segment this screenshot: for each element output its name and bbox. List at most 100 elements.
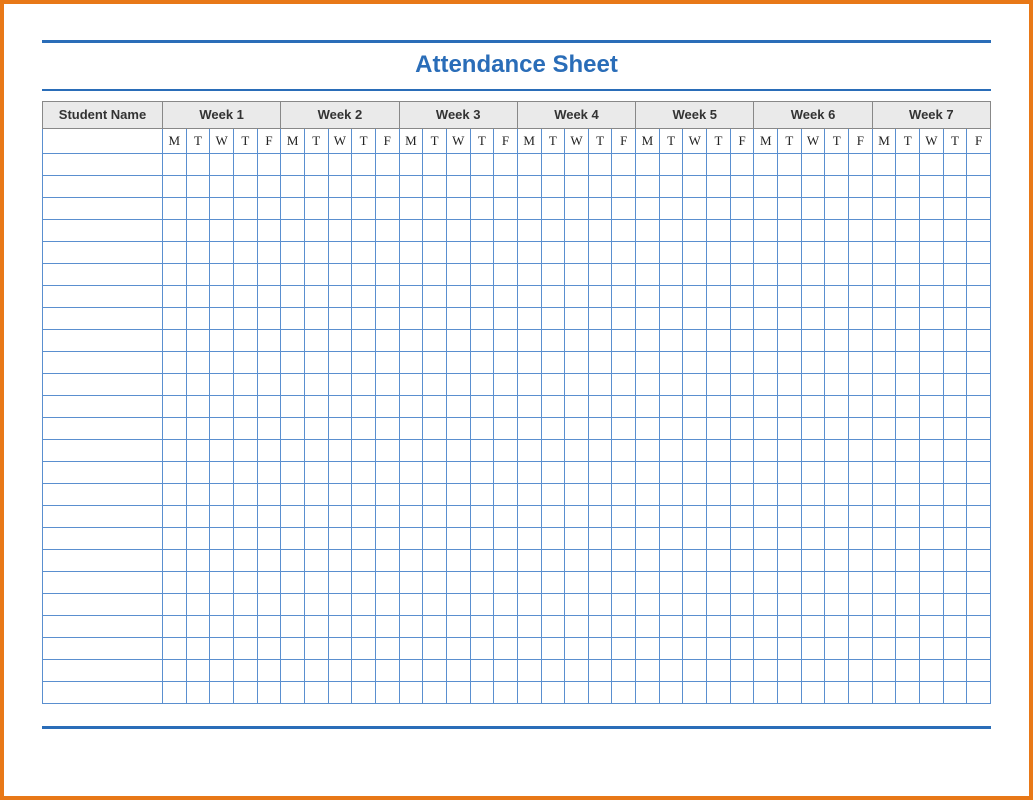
attendance-cell[interactable] — [470, 462, 494, 484]
attendance-cell[interactable] — [517, 550, 541, 572]
attendance-cell[interactable] — [423, 528, 447, 550]
attendance-cell[interactable] — [896, 418, 920, 440]
attendance-cell[interactable] — [163, 396, 187, 418]
attendance-cell[interactable] — [754, 396, 778, 418]
attendance-cell[interactable] — [659, 352, 683, 374]
attendance-cell[interactable] — [423, 462, 447, 484]
attendance-cell[interactable] — [801, 198, 825, 220]
attendance-cell[interactable] — [494, 418, 518, 440]
attendance-cell[interactable] — [872, 176, 896, 198]
attendance-cell[interactable] — [707, 286, 731, 308]
attendance-cell[interactable] — [352, 374, 376, 396]
attendance-cell[interactable] — [588, 418, 612, 440]
attendance-cell[interactable] — [754, 330, 778, 352]
attendance-cell[interactable] — [825, 528, 849, 550]
attendance-cell[interactable] — [399, 572, 423, 594]
attendance-cell[interactable] — [588, 154, 612, 176]
attendance-cell[interactable] — [967, 176, 991, 198]
attendance-cell[interactable] — [257, 176, 281, 198]
attendance-cell[interactable] — [612, 528, 636, 550]
attendance-cell[interactable] — [375, 484, 399, 506]
attendance-cell[interactable] — [328, 396, 352, 418]
attendance-cell[interactable] — [754, 528, 778, 550]
attendance-cell[interactable] — [588, 550, 612, 572]
attendance-cell[interactable] — [896, 484, 920, 506]
attendance-cell[interactable] — [375, 616, 399, 638]
attendance-cell[interactable] — [375, 528, 399, 550]
attendance-cell[interactable] — [541, 550, 565, 572]
attendance-cell[interactable] — [517, 418, 541, 440]
attendance-cell[interactable] — [399, 550, 423, 572]
attendance-cell[interactable] — [730, 616, 754, 638]
attendance-cell[interactable] — [517, 220, 541, 242]
attendance-cell[interactable] — [399, 198, 423, 220]
attendance-cell[interactable] — [470, 682, 494, 704]
attendance-cell[interactable] — [517, 374, 541, 396]
attendance-cell[interactable] — [683, 242, 707, 264]
attendance-cell[interactable] — [920, 286, 944, 308]
attendance-cell[interactable] — [423, 286, 447, 308]
attendance-cell[interactable] — [257, 506, 281, 528]
attendance-cell[interactable] — [943, 682, 967, 704]
attendance-cell[interactable] — [588, 220, 612, 242]
attendance-cell[interactable] — [186, 330, 210, 352]
attendance-cell[interactable] — [754, 308, 778, 330]
attendance-cell[interactable] — [588, 286, 612, 308]
attendance-cell[interactable] — [683, 506, 707, 528]
attendance-cell[interactable] — [163, 352, 187, 374]
attendance-cell[interactable] — [778, 660, 802, 682]
attendance-cell[interactable] — [872, 660, 896, 682]
attendance-cell[interactable] — [920, 528, 944, 550]
attendance-cell[interactable] — [163, 308, 187, 330]
attendance-cell[interactable] — [636, 550, 660, 572]
attendance-cell[interactable] — [163, 286, 187, 308]
attendance-cell[interactable] — [730, 352, 754, 374]
attendance-cell[interactable] — [825, 308, 849, 330]
attendance-cell[interactable] — [730, 418, 754, 440]
attendance-cell[interactable] — [896, 242, 920, 264]
attendance-cell[interactable] — [565, 594, 589, 616]
attendance-cell[interactable] — [541, 220, 565, 242]
attendance-cell[interactable] — [446, 506, 470, 528]
attendance-cell[interactable] — [967, 506, 991, 528]
attendance-cell[interactable] — [730, 572, 754, 594]
attendance-cell[interactable] — [541, 308, 565, 330]
attendance-cell[interactable] — [683, 682, 707, 704]
attendance-cell[interactable] — [778, 198, 802, 220]
attendance-cell[interactable] — [849, 638, 873, 660]
attendance-cell[interactable] — [470, 176, 494, 198]
attendance-cell[interactable] — [210, 506, 234, 528]
attendance-cell[interactable] — [943, 396, 967, 418]
attendance-cell[interactable] — [186, 528, 210, 550]
attendance-cell[interactable] — [707, 484, 731, 506]
attendance-cell[interactable] — [825, 440, 849, 462]
attendance-cell[interactable] — [304, 440, 328, 462]
attendance-cell[interactable] — [541, 528, 565, 550]
attendance-cell[interactable] — [281, 462, 305, 484]
attendance-cell[interactable] — [778, 638, 802, 660]
attendance-cell[interactable] — [920, 154, 944, 176]
attendance-cell[interactable] — [399, 330, 423, 352]
attendance-cell[interactable] — [210, 550, 234, 572]
attendance-cell[interactable] — [659, 528, 683, 550]
attendance-cell[interactable] — [233, 330, 257, 352]
attendance-cell[interactable] — [470, 638, 494, 660]
attendance-cell[interactable] — [754, 418, 778, 440]
attendance-cell[interactable] — [281, 506, 305, 528]
attendance-cell[interactable] — [849, 484, 873, 506]
attendance-cell[interactable] — [612, 374, 636, 396]
attendance-cell[interactable] — [399, 242, 423, 264]
attendance-cell[interactable] — [636, 396, 660, 418]
attendance-cell[interactable] — [375, 462, 399, 484]
attendance-cell[interactable] — [423, 264, 447, 286]
attendance-cell[interactable] — [494, 176, 518, 198]
attendance-cell[interactable] — [896, 308, 920, 330]
attendance-cell[interactable] — [659, 154, 683, 176]
attendance-cell[interactable] — [967, 616, 991, 638]
attendance-cell[interactable] — [281, 418, 305, 440]
attendance-cell[interactable] — [707, 528, 731, 550]
attendance-cell[interactable] — [423, 242, 447, 264]
attendance-cell[interactable] — [778, 484, 802, 506]
attendance-cell[interactable] — [517, 440, 541, 462]
attendance-cell[interactable] — [470, 198, 494, 220]
